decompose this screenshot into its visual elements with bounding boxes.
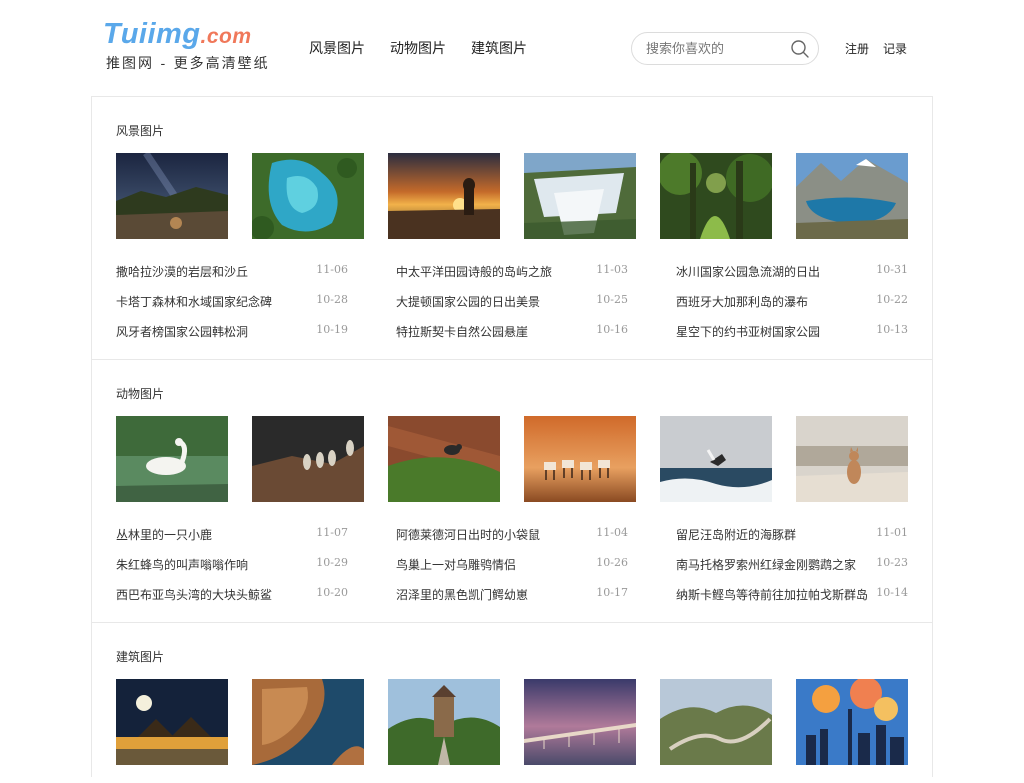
thumbnail-image[interactable] [796,679,908,765]
article-item[interactable]: 朱红蜂鸟的叫声嗡嗡作响 10-29 [116,556,348,572]
article-item[interactable]: 纳斯卡鲣鸟等待前往加拉帕戈斯群岛 10-14 [676,586,908,602]
nav-item-architecture[interactable]: 建筑图片 [471,38,527,58]
thumbnail-image[interactable] [388,416,500,502]
article-title[interactable]: 纳斯卡鲣鸟等待前往加拉帕戈斯群岛 [676,586,868,603]
article-item[interactable]: 丛林里的一只小鹿 11-07 [116,526,348,542]
thumbnail-image[interactable] [116,416,228,502]
article-item[interactable]: 风牙者榜国家公园韩松洞 10-19 [116,323,348,339]
article-title[interactable]: 中太平洋田园诗般的岛屿之旅 [396,263,552,280]
article-date: 11-01 [876,526,908,539]
article-date: 10-22 [876,293,908,306]
thumbnail-image[interactable] [252,416,364,502]
article-date: 10-20 [316,586,348,599]
article-item[interactable]: 沼泽里的黑色凯门鳄幼崽 10-17 [396,586,628,602]
article-item[interactable]: 南马托格罗索州红绿金刚鹦鹉之家 10-23 [676,556,908,572]
article-date: 11-04 [596,526,628,539]
article-item[interactable]: 撒哈拉沙漠的岩层和沙丘 11-06 [116,263,348,279]
article-date: 11-03 [596,263,628,276]
article-item[interactable]: 阿德莱德河日出时的小袋鼠 11-04 [396,526,628,542]
article-title[interactable]: 大提顿国家公园的日出美景 [396,293,540,310]
article-date: 10-31 [876,263,908,276]
thumbnail-image[interactable] [660,153,772,239]
article-date: 11-07 [316,526,348,539]
article-item[interactable]: 中太平洋田园诗般的岛屿之旅 11-03 [396,263,628,279]
article-item[interactable]: 冰川国家公园急流湖的日出 10-31 [676,263,908,279]
thumbnail-image[interactable] [796,416,908,502]
article-title[interactable]: 朱红蜂鸟的叫声嗡嗡作响 [116,556,248,573]
section-title: 风景图片 [116,124,165,138]
article-date: 10-26 [596,556,628,569]
section-landscape: 风景图片 撒哈拉沙漠的岩层和沙丘 11-06 中太平洋田园诗般的岛屿之旅 11-03… [92,97,932,360]
section-title: 建筑图片 [116,650,165,664]
thumbnail-image[interactable] [660,416,772,502]
nav-item-landscape[interactable]: 风景图片 [309,38,365,58]
article-title[interactable]: 鸟巢上一对乌雕鸮情侣 [396,556,516,573]
article-date: 10-29 [316,556,348,569]
article-item[interactable]: 特拉斯契卡自然公园悬崖 10-16 [396,323,628,339]
article-title[interactable]: 阿德莱德河日出时的小袋鼠 [396,526,540,543]
thumbnail-image[interactable] [252,679,364,765]
article-date: 10-28 [316,293,348,306]
logo-tagline: 推图网 - 更多高清壁纸 [106,56,270,72]
thumbnail-image[interactable] [660,679,772,765]
thumbnail-image[interactable] [524,416,636,502]
site-logo[interactable]: Tuiimg.com 推图网 - 更多高清壁纸 [103,18,273,78]
section-title: 动物图片 [116,387,165,401]
article-date: 11-06 [316,263,348,276]
logo-wordmark: Tuiimg.com [103,18,252,50]
article-title[interactable]: 撒哈拉沙漠的岩层和沙丘 [116,263,248,280]
article-date: 10-19 [316,323,348,336]
article-item[interactable]: 星空下的约书亚树国家公园 10-13 [676,323,908,339]
article-title[interactable]: 留尼汪岛附近的海豚群 [676,526,796,543]
article-title[interactable]: 风牙者榜国家公园韩松洞 [116,323,248,340]
article-item[interactable]: 西巴布亚鸟头湾的大块头鲸鲨 10-20 [116,586,348,602]
article-item[interactable]: 西班牙大加那利岛的瀑布 10-22 [676,293,908,309]
thumbnail-image[interactable] [252,153,364,239]
thumbnail-image[interactable] [524,679,636,765]
article-title[interactable]: 丛林里的一只小鹿 [116,526,212,543]
thumbnail-image[interactable] [388,679,500,765]
search-icon[interactable] [790,39,810,59]
article-title[interactable]: 冰川国家公园急流湖的日出 [676,263,820,280]
article-title[interactable]: 沼泽里的黑色凯门鳄幼崽 [396,586,528,603]
article-item[interactable]: 鸟巢上一对乌雕鸮情侣 10-26 [396,556,628,572]
article-item[interactable]: 留尼汪岛附近的海豚群 11-01 [676,526,908,542]
content-panel: 风景图片 撒哈拉沙漠的岩层和沙丘 11-06 中太平洋田园诗般的岛屿之旅 11-03… [91,96,933,777]
section-architecture: 建筑图片 [92,623,932,783]
site-header: Tuiimg.com 推图网 - 更多高清壁纸 风景图片 动物图片 建筑图片 注… [0,0,1024,96]
article-title[interactable]: 西巴布亚鸟头湾的大块头鲸鲨 [116,586,272,603]
thumbnail-image[interactable] [116,679,228,765]
register-link[interactable]: 注册 [845,40,869,57]
thumbnail-image[interactable] [388,153,500,239]
login-link[interactable]: 记录 [883,40,907,57]
article-date: 10-16 [596,323,628,336]
article-title[interactable]: 西班牙大加那利岛的瀑布 [676,293,808,310]
article-date: 10-17 [596,586,628,599]
search-input[interactable] [646,39,786,59]
article-title[interactable]: 特拉斯契卡自然公园悬崖 [396,323,528,340]
nav-item-animals[interactable]: 动物图片 [390,38,446,58]
article-item[interactable]: 卡塔丁森林和水域国家纪念碑 10-28 [116,293,348,309]
article-title[interactable]: 星空下的约书亚树国家公园 [676,323,820,340]
article-date: 10-14 [876,586,908,599]
article-date: 10-13 [876,323,908,336]
article-item[interactable]: 大提顿国家公园的日出美景 10-25 [396,293,628,309]
article-title[interactable]: 卡塔丁森林和水域国家纪念碑 [116,293,272,310]
search-box [631,32,819,65]
thumbnail-image[interactable] [796,153,908,239]
article-title[interactable]: 南马托格罗索州红绿金刚鹦鹉之家 [676,556,856,573]
article-date: 10-25 [596,293,628,306]
thumbnail-image[interactable] [116,153,228,239]
article-date: 10-23 [876,556,908,569]
thumbnail-image[interactable] [524,153,636,239]
section-animals: 动物图片 丛林里的一只小鹿 11-07 阿德莱德河日出时的小袋鼠 11-04 留尼汪… [92,360,932,623]
